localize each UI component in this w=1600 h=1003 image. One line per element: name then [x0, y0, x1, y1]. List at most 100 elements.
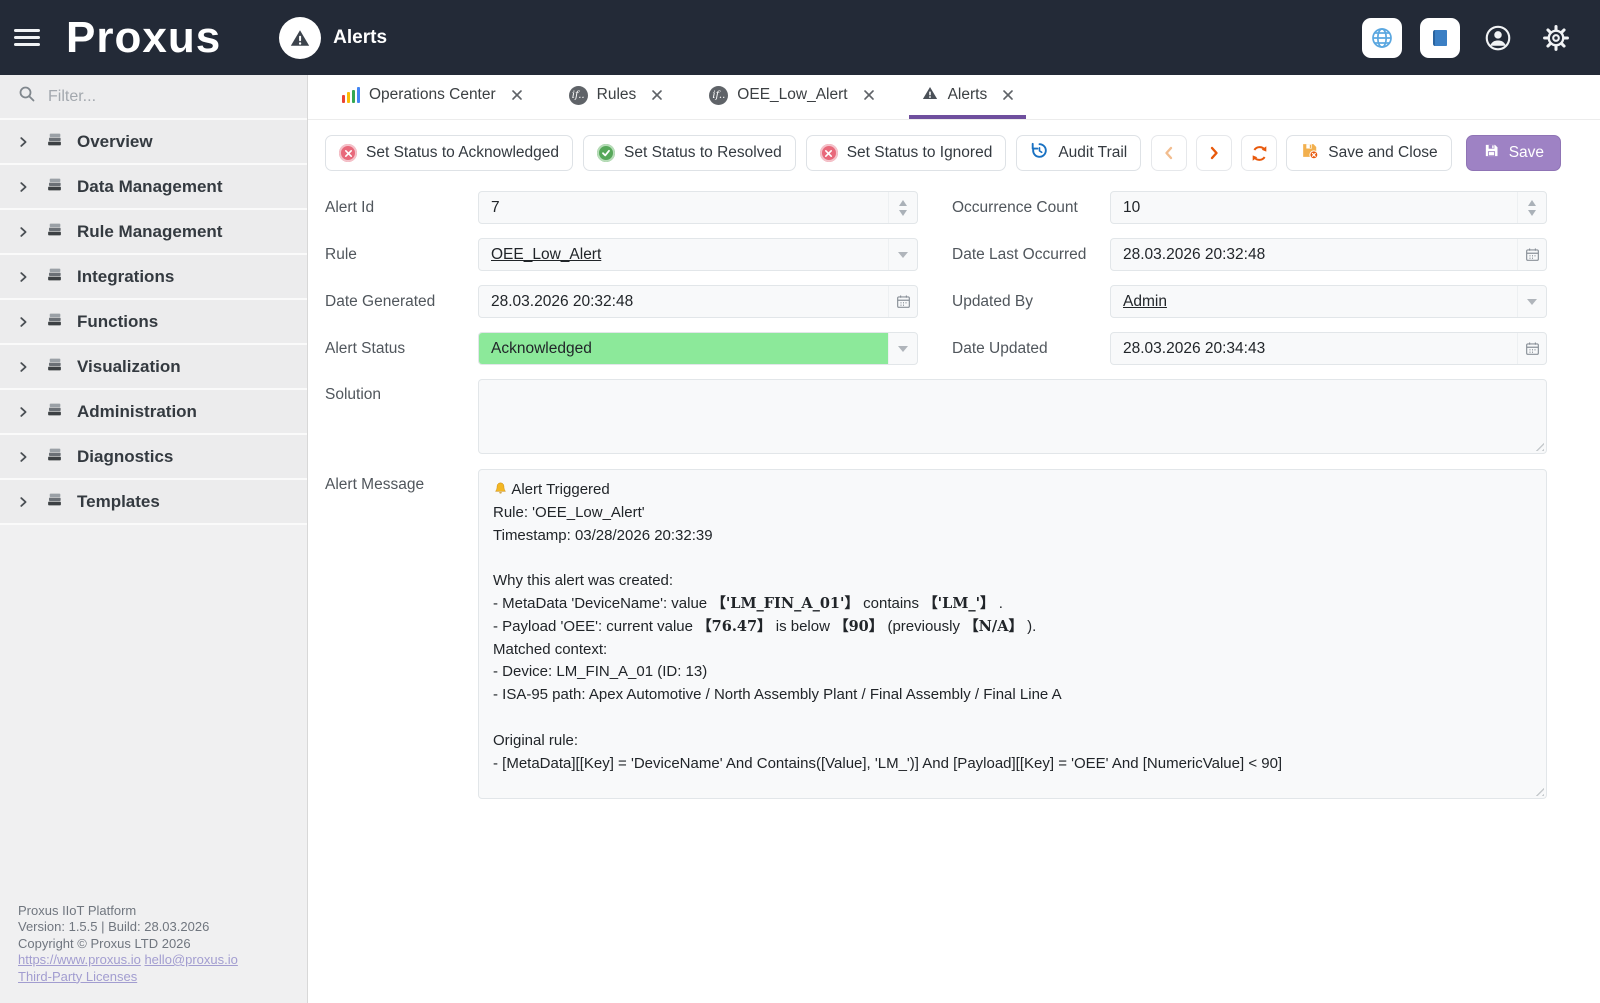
alert-message-label: Alert Message [325, 469, 478, 494]
spinner-down-icon[interactable] [1528, 210, 1536, 216]
close-icon[interactable] [1002, 89, 1014, 101]
stack-icon [46, 446, 63, 468]
gear-icon[interactable] [1536, 18, 1576, 58]
tab-operations-center[interactable]: Operations Center [330, 75, 535, 119]
sidebar-filter [0, 75, 307, 120]
save-close-icon [1300, 141, 1319, 165]
tab-alerts[interactable]: Alerts [909, 75, 1027, 119]
spinner-down-icon[interactable] [899, 210, 907, 216]
website-link[interactable]: https://www.proxus.io [18, 952, 141, 967]
x-circle-icon [339, 144, 357, 162]
close-icon[interactable] [863, 89, 875, 101]
x-circle-icon [820, 144, 838, 162]
tab-bar: Operations Center if.. Rules if.. OEE_Lo… [308, 75, 1600, 120]
close-icon[interactable] [511, 89, 523, 101]
user-icon[interactable] [1478, 18, 1518, 58]
sidebar-footer: Proxus IIoT Platform Version: 1.5.5 | Bu… [0, 889, 307, 1003]
sidebar-item-data-management[interactable]: Data Management [0, 165, 307, 210]
sidebar-item-visualization[interactable]: Visualization [0, 345, 307, 390]
updated-by-value-link[interactable]: Admin [1111, 286, 1517, 317]
sidebar-item-templates[interactable]: Templates [0, 480, 307, 525]
if-rule-icon: if.. [569, 86, 588, 105]
alert-badge-icon [279, 17, 321, 59]
set-status-acknowledged-button[interactable]: Set Status to Acknowledged [325, 135, 573, 171]
chevron-right-icon [14, 405, 32, 419]
rule-select[interactable]: OEE_Low_Alert [478, 238, 918, 271]
previous-record-button[interactable] [1151, 135, 1187, 171]
button-label: Save and Close [1328, 144, 1437, 162]
calendar-icon[interactable] [1517, 333, 1546, 364]
close-icon[interactable] [651, 89, 663, 101]
status-badge: Acknowledged [479, 333, 888, 364]
calendar-icon[interactable] [888, 286, 917, 317]
alert-id-field[interactable]: 7 [478, 191, 918, 224]
book-icon[interactable] [1420, 18, 1460, 58]
header-actions [1362, 18, 1576, 58]
number-spinner[interactable] [888, 192, 917, 223]
updated-by-select[interactable]: Admin [1110, 285, 1547, 318]
date-updated-field[interactable]: 28.03.2026 20:34:43 [1110, 332, 1547, 365]
occurrence-count-field[interactable]: 10 [1110, 191, 1547, 224]
sidebar-item-label: Data Management [77, 177, 222, 197]
calendar-icon[interactable] [1517, 239, 1546, 270]
sidebar-item-rule-management[interactable]: Rule Management [0, 210, 307, 255]
number-spinner[interactable] [1517, 192, 1546, 223]
rule-value-link[interactable]: OEE_Low_Alert [479, 239, 888, 270]
sidebar-item-overview[interactable]: Overview [0, 120, 307, 165]
solution-textarea[interactable] [478, 379, 1547, 454]
chevron-right-icon [14, 360, 32, 374]
chevron-right-icon [14, 450, 32, 464]
chevron-down-icon [1527, 299, 1537, 305]
date-generated-field[interactable]: 28.03.2026 20:32:48 [478, 285, 918, 318]
refresh-icon[interactable] [1241, 135, 1277, 171]
email-link[interactable]: hello@proxus.io [144, 952, 237, 967]
date-generated-label: Date Generated [325, 293, 478, 311]
sidebar-item-label: Integrations [77, 267, 174, 287]
set-status-ignored-button[interactable]: Set Status to Ignored [806, 135, 1007, 171]
spinner-up-icon[interactable] [1528, 200, 1536, 206]
date-last-occurred-label: Date Last Occurred [952, 246, 1110, 264]
alert-id-label: Alert Id [325, 199, 478, 217]
chevron-right-icon [14, 225, 32, 239]
globe-icon[interactable] [1362, 18, 1402, 58]
alert-form: Alert Id 7 Occurrence Count 10 Rule [308, 177, 1600, 814]
filter-input[interactable] [48, 88, 248, 106]
dropdown-toggle[interactable] [888, 333, 917, 364]
next-record-button[interactable] [1196, 135, 1232, 171]
version-build: Version: 1.5.5 | Build: 28.03.2026 [18, 919, 289, 936]
dropdown-toggle[interactable] [1517, 286, 1546, 317]
licenses-link[interactable]: Third-Party Licenses [18, 969, 137, 984]
chevron-down-icon [898, 252, 908, 258]
save-button[interactable]: Save [1466, 135, 1561, 171]
sidebar-item-label: Diagnostics [77, 447, 173, 467]
chevron-right-icon [14, 270, 32, 284]
sidebar-item-administration[interactable]: Administration [0, 390, 307, 435]
menu-icon[interactable] [14, 27, 44, 49]
platform-name: Proxus IIoT Platform [18, 903, 289, 920]
sidebar-nav: Overview Data Management Rule Management… [0, 120, 307, 525]
dropdown-toggle[interactable] [888, 239, 917, 270]
chevron-right-icon [14, 315, 32, 329]
search-icon [18, 85, 36, 108]
main-content: Operations Center if.. Rules if.. OEE_Lo… [308, 75, 1600, 1003]
sidebar-item-integrations[interactable]: Integrations [0, 255, 307, 300]
chevron-right-icon [14, 495, 32, 509]
tab-oee-low-alert[interactable]: if.. OEE_Low_Alert [697, 75, 886, 119]
date-last-occurred-field[interactable]: 28.03.2026 20:32:48 [1110, 238, 1547, 271]
sidebar-item-diagnostics[interactable]: Diagnostics [0, 435, 307, 480]
date-updated-value: 28.03.2026 20:34:43 [1111, 333, 1517, 364]
alert-message-textarea[interactable]: Alert Triggered Rule: 'OEE_Low_Alert' Ti… [478, 469, 1547, 799]
audit-trail-button[interactable]: Audit Trail [1016, 135, 1141, 171]
solution-label: Solution [325, 379, 478, 404]
page-title: Alerts [333, 27, 387, 49]
chevron-right-icon [14, 180, 32, 194]
alert-status-select[interactable]: Acknowledged [478, 332, 918, 365]
spinner-up-icon[interactable] [899, 200, 907, 206]
tab-rules[interactable]: if.. Rules [557, 75, 676, 119]
save-and-close-button[interactable]: Save and Close [1286, 135, 1451, 171]
alert-id-value: 7 [479, 192, 888, 223]
stack-icon [46, 221, 63, 243]
sidebar-item-functions[interactable]: Functions [0, 300, 307, 345]
set-status-resolved-button[interactable]: Set Status to Resolved [583, 135, 796, 171]
date-generated-value: 28.03.2026 20:32:48 [479, 286, 888, 317]
